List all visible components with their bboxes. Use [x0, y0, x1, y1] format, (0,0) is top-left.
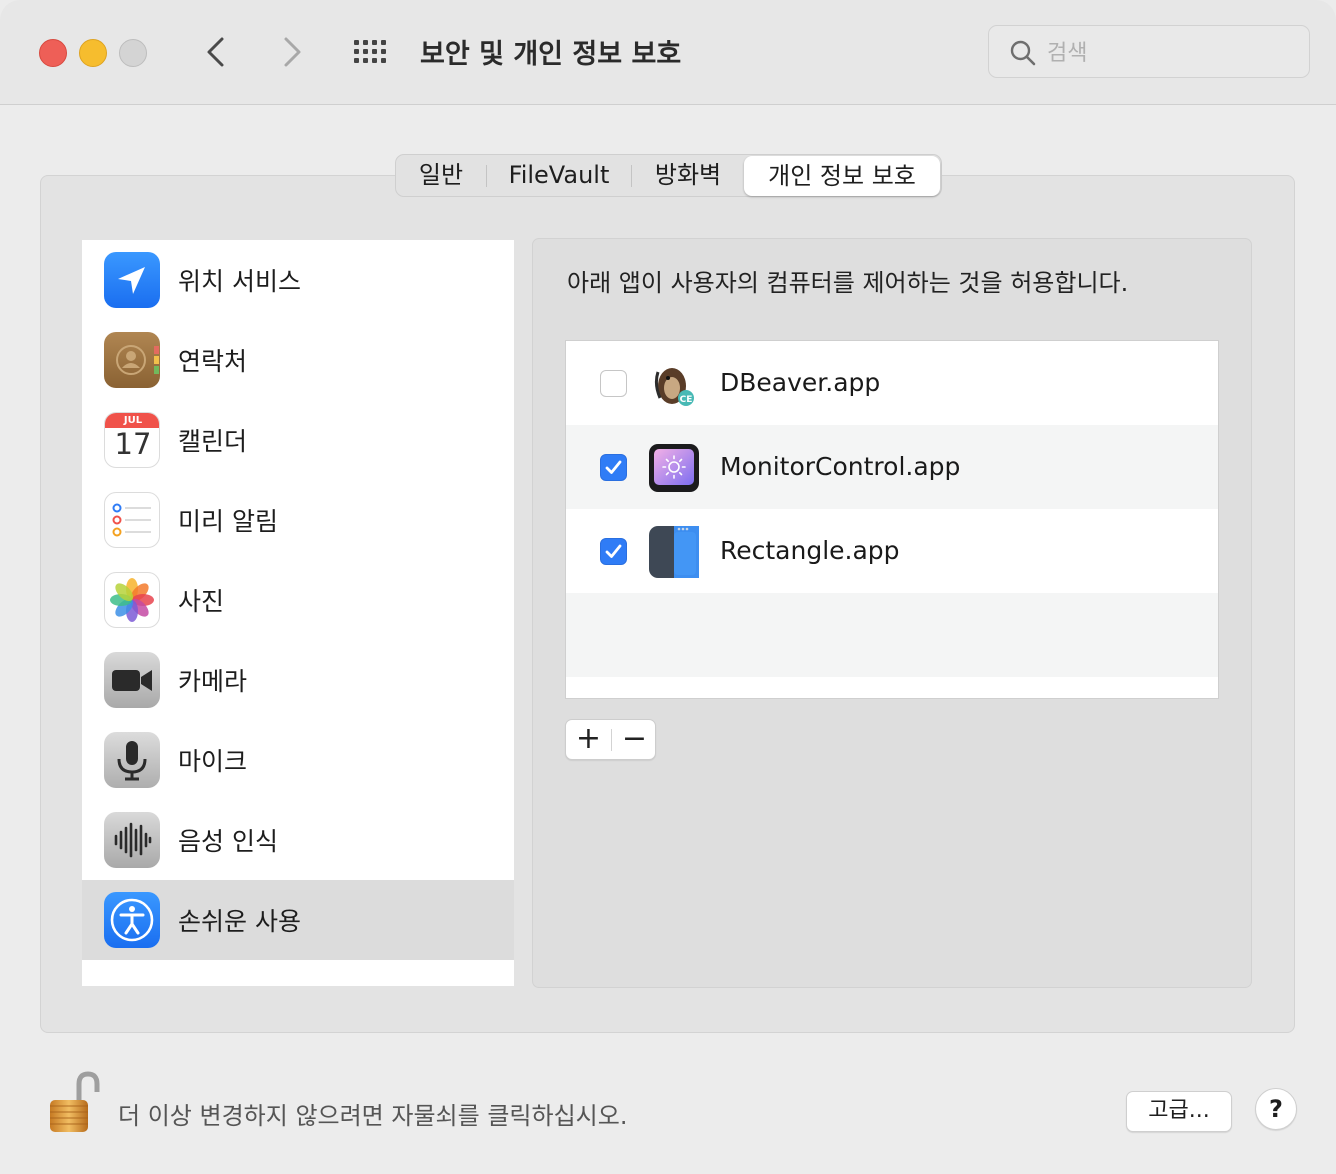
sidebar-item-label: 카메라 — [178, 667, 248, 696]
app-name: MonitorControl.app — [720, 452, 961, 481]
zoom-button[interactable] — [119, 39, 147, 67]
add-remove-control: + − — [565, 719, 656, 760]
camera-icon — [104, 652, 160, 708]
remove-app-button[interactable]: − — [612, 720, 657, 759]
minimize-button[interactable] — [79, 39, 107, 67]
help-button[interactable]: ? — [1255, 1088, 1297, 1130]
search-field[interactable] — [988, 25, 1310, 78]
sidebar-item-calendar[interactable]: JUL 17 캘린더 — [82, 400, 514, 480]
tab-general[interactable]: 일반 — [396, 155, 486, 196]
app-list-row[interactable]: Rectangle.app — [566, 509, 1218, 593]
sidebar-item-contacts[interactable]: 연락처 — [82, 320, 514, 400]
monitorcontrol-icon — [648, 442, 700, 494]
microphone-icon — [104, 732, 160, 788]
sidebar-item-reminders[interactable]: 미리 알림 — [82, 480, 514, 560]
calendar-month: JUL — [105, 413, 159, 428]
tab-privacy[interactable]: 개인 정보 보호 — [744, 155, 940, 196]
checkmark-icon — [605, 544, 622, 558]
svg-text:CE: CE — [680, 395, 693, 405]
chevron-left-icon — [207, 37, 224, 67]
privacy-category-list: 위치 서비스 연락처 JUL 17 캘린더 미리 알림 사진 카메라 마이크 음… — [82, 240, 514, 986]
dbeaver-icon: CE — [648, 358, 700, 410]
app-name: DBeaver.app — [720, 368, 881, 397]
sidebar-item-label: 사진 — [178, 587, 225, 616]
accessibility-icon — [104, 892, 160, 948]
app-checkbox[interactable] — [600, 370, 627, 397]
sidebar-item-label: 미리 알림 — [178, 507, 278, 536]
lock-button[interactable] — [46, 1068, 102, 1138]
search-input[interactable] — [1045, 35, 1299, 71]
calendar-day: 17 — [114, 427, 152, 461]
toolbar: 보안 및 개인 정보 보호 — [0, 0, 1336, 105]
app-list-empty-row — [566, 677, 1218, 698]
sidebar-item-label: 손쉬운 사용 — [178, 907, 301, 936]
search-icon — [1010, 40, 1036, 66]
app-list: CE DBeaver.app MonitorControl.app Rectan… — [565, 340, 1219, 699]
sidebar-item-location-services[interactable]: 위치 서비스 — [82, 240, 514, 320]
app-checkbox[interactable] — [600, 538, 627, 565]
tab-filevault[interactable]: FileVault — [487, 155, 631, 196]
sidebar-item-label: 음성 인식 — [178, 827, 278, 856]
checkmark-icon — [605, 460, 622, 474]
photos-icon — [104, 572, 160, 628]
sidebar-item-speech-recognition[interactable]: 음성 인식 — [82, 800, 514, 880]
sidebar-item-microphone[interactable]: 마이크 — [82, 720, 514, 800]
sidebar-item-accessibility[interactable]: 손쉬운 사용 — [82, 880, 514, 960]
sidebar-item-label: 연락처 — [178, 347, 248, 376]
rectangle-icon — [648, 526, 700, 578]
location-arrow-icon — [104, 252, 160, 308]
app-list-empty-row — [566, 593, 1218, 677]
close-button[interactable] — [39, 39, 67, 67]
lock-instruction-text: 더 이상 변경하지 않으려면 자물쇠를 클릭하십시오. — [118, 1102, 628, 1130]
sidebar-item-label: 마이크 — [178, 747, 248, 776]
sidebar-item-camera[interactable]: 카메라 — [82, 640, 514, 720]
sidebar-item-label: 캘린더 — [178, 427, 248, 456]
detail-description: 아래 앱이 사용자의 컴퓨터를 제어하는 것을 허용합니다. — [567, 269, 1129, 297]
app-name: Rectangle.app — [720, 536, 900, 565]
preferences-window: 보안 및 개인 정보 보호 일반 FileVault 방화벽 개인 정보 보호 … — [0, 0, 1336, 1174]
forward-button[interactable] — [272, 30, 312, 74]
app-list-row[interactable]: MonitorControl.app — [566, 425, 1218, 509]
sidebar-item-label: 위치 서비스 — [178, 267, 301, 296]
back-button[interactable] — [196, 30, 236, 74]
show-all-button[interactable] — [352, 38, 392, 66]
app-list-row[interactable]: CE DBeaver.app — [566, 341, 1218, 425]
chevron-right-icon — [284, 37, 301, 67]
reminders-icon — [104, 492, 160, 548]
calendar-icon: JUL 17 — [104, 412, 160, 468]
tab-bar: 일반 FileVault 방화벽 개인 정보 보호 — [395, 154, 942, 197]
sidebar-item-photos[interactable]: 사진 — [82, 560, 514, 640]
contacts-icon — [104, 332, 160, 388]
advanced-button[interactable]: 고급... — [1126, 1091, 1232, 1132]
add-app-button[interactable]: + — [566, 720, 611, 759]
unlocked-padlock-icon — [50, 1071, 100, 1132]
window-title: 보안 및 개인 정보 보호 — [420, 39, 682, 70]
speech-recognition-icon — [104, 812, 160, 868]
app-checkbox[interactable] — [600, 454, 627, 481]
tab-firewall[interactable]: 방화벽 — [632, 155, 744, 196]
